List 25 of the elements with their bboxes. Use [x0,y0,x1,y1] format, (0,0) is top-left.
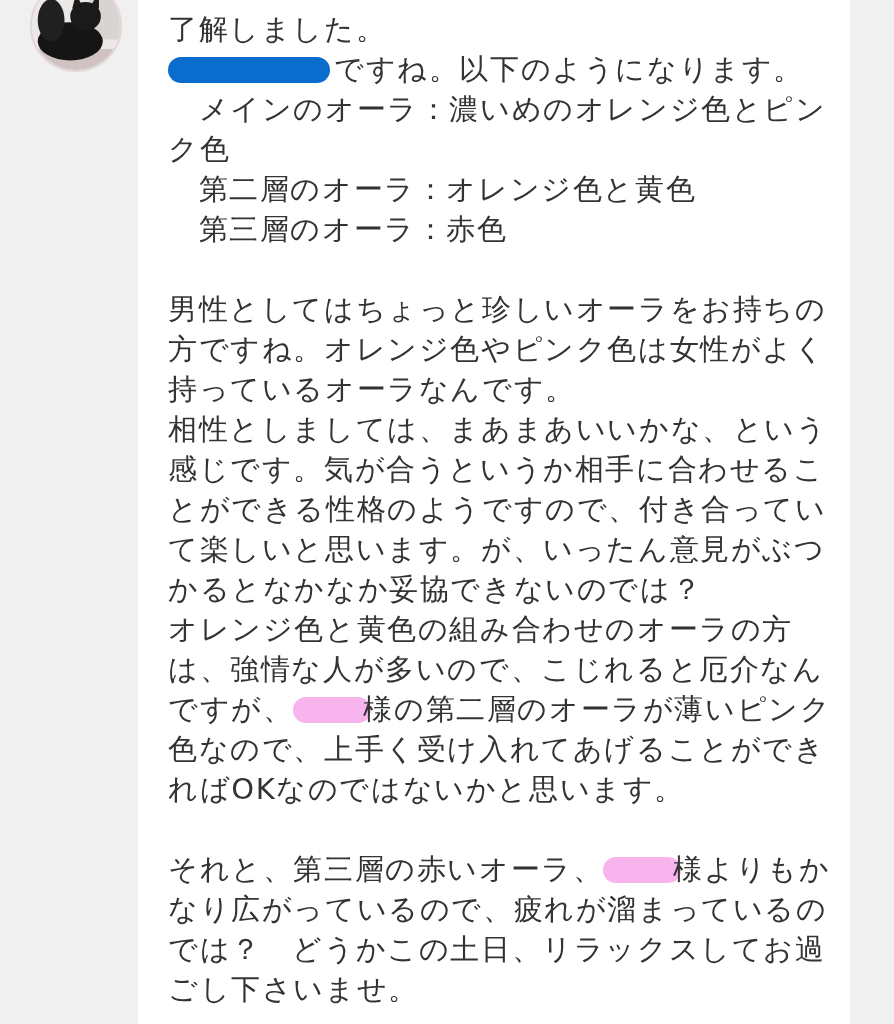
message-text: 第二層のオーラ：オレンジ色と黄色 [197,171,697,208]
message-text: 様よりもか [673,851,831,888]
message-text: かるとなかなか妥協できないのでは？ [168,571,703,608]
message-text: オレンジ色と黄色の組み合わせのオーラの方 [168,611,793,648]
message-text: それと、第三層の赤いオーラ、 [168,851,604,888]
message-text: て楽しいと思います。が、いったん意見がぶつ [168,531,826,568]
message-text: ク色 [168,131,231,168]
message-text: ですが、 [168,691,294,728]
message-text: では？ どうかこの土日、リラックスしてお過 [168,931,826,968]
message-text: 色なので、上手く受け入れてあげることができ [168,731,826,768]
message-text: 第三層のオーラ：赤色 [197,211,508,248]
message-text: 持っているオーラなんです。 [168,371,576,408]
message-text: は、強情な人が多いので、こじれると厄介なん [168,651,824,688]
message-text: 方ですね。オレンジ色やピンク色は女性がよく [168,331,826,368]
message-text: メインのオーラ：濃いめのオレンジ色とピン [197,91,827,128]
message-text: 様の第二層のオーラが薄いピンク [363,691,832,728]
message-text: ごし下さいませ。 [168,971,419,1008]
message-text: 男性としてはちょっと珍しいオーラをお持ちの [168,291,827,328]
message-text: ればOKなのではないかと思います。 [168,771,686,808]
message-text: 感じです。気が合うというか相手に合わせるこ [168,451,825,488]
message-text: 了解しました。 [168,11,387,48]
message-text: なり広がっているので、疲れが溜まっているの [168,891,828,928]
message-text: 相性としましては、まあまあいいかな、という [168,411,828,448]
message-text: ですね。以下のようになります。 [334,51,804,88]
message-text: とができる性格のようですので、付き合ってい [168,491,827,528]
